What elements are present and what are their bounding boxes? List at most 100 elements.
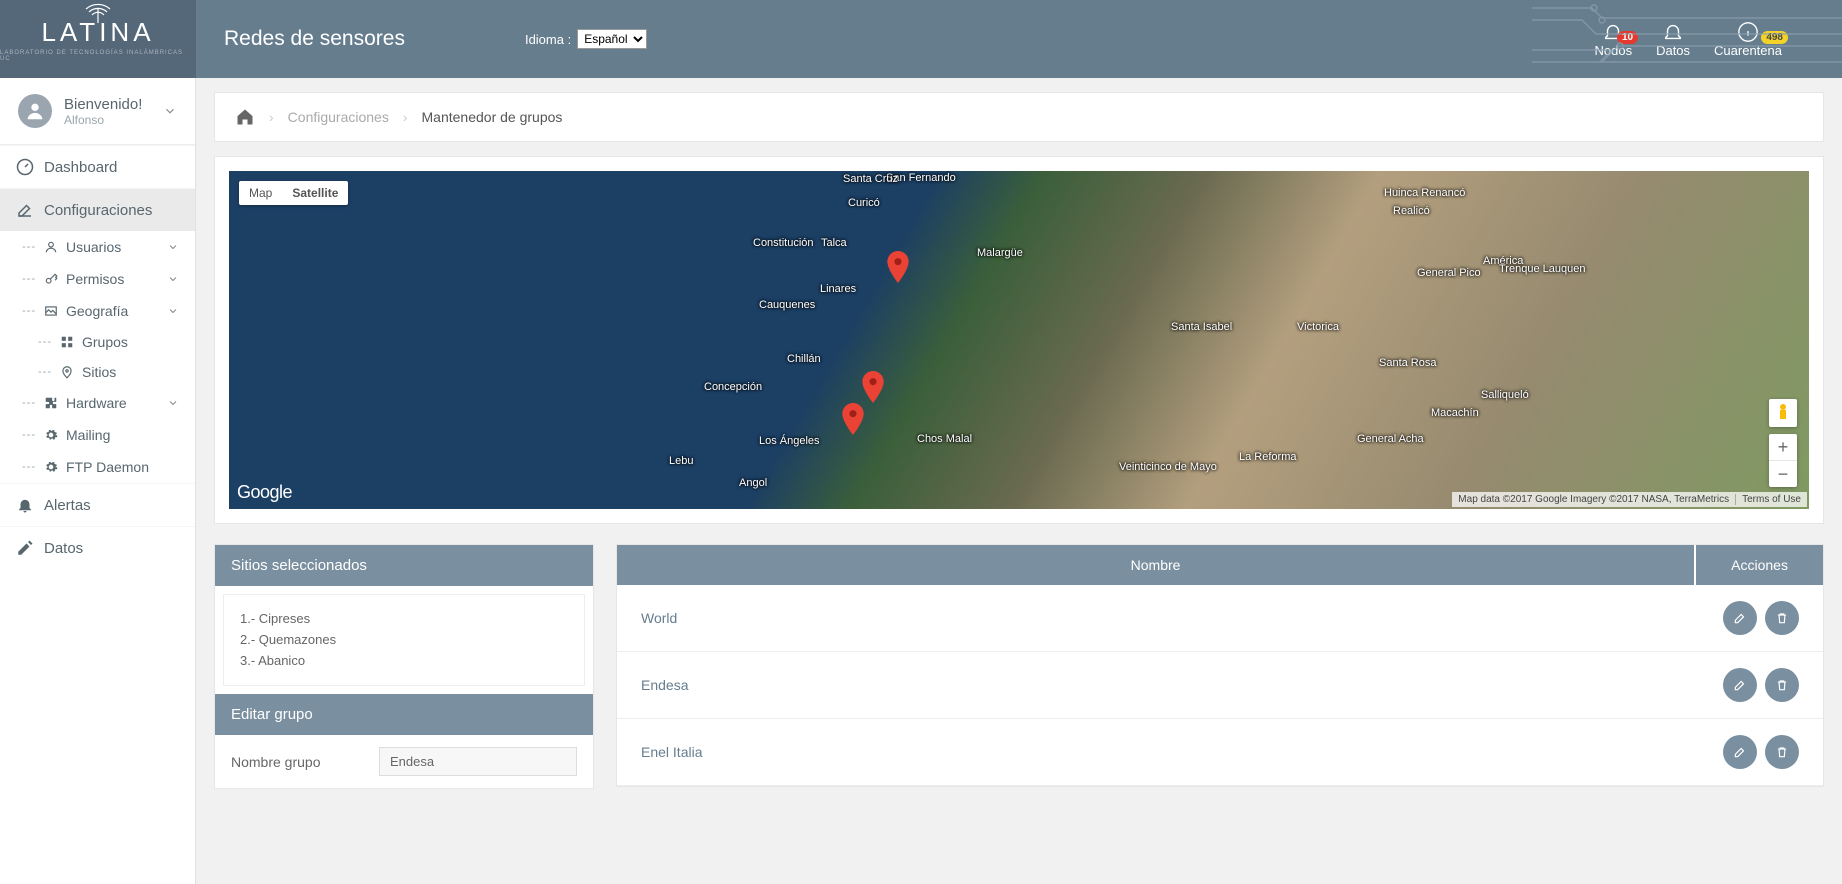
language-select[interactable]: Español bbox=[577, 29, 647, 49]
city-label: Malargüe bbox=[977, 247, 1023, 259]
city-label: Realicó bbox=[1393, 205, 1430, 217]
city-label: Los Ángeles bbox=[759, 435, 820, 447]
panel-title: Editar grupo bbox=[215, 694, 593, 735]
breadcrumb-current: Mantenedor de grupos bbox=[422, 109, 563, 125]
col-acciones: Acciones bbox=[1695, 545, 1823, 585]
city-label: Veinticinco de Mayo bbox=[1119, 461, 1217, 473]
edit-button[interactable] bbox=[1723, 668, 1757, 702]
city-label: Cauquenes bbox=[759, 299, 815, 311]
sidebar-item-mailing[interactable]: ---Mailing bbox=[0, 419, 195, 451]
site-list: 1.- Cipreses 2.- Quemazones 3.- Abanico bbox=[223, 594, 585, 686]
cuarentena-button[interactable]: 498 Cuarentena bbox=[1714, 21, 1782, 58]
sidebar-item-datos[interactable]: Datos bbox=[0, 526, 195, 569]
city-label: Talca bbox=[821, 237, 847, 249]
gear-icon bbox=[44, 460, 58, 474]
sidebar-item-ftp[interactable]: ---FTP Daemon bbox=[0, 451, 195, 483]
city-label: La Reforma bbox=[1239, 451, 1296, 463]
table-row: Endesa bbox=[617, 652, 1823, 719]
chevron-down-icon bbox=[167, 305, 179, 317]
trash-icon bbox=[1775, 745, 1789, 759]
map-type-map[interactable]: Map bbox=[239, 181, 282, 205]
terms-link[interactable]: Terms of Use bbox=[1735, 494, 1801, 505]
image-icon bbox=[44, 304, 58, 318]
city-label: Concepción bbox=[704, 381, 762, 393]
chevron-down-icon bbox=[167, 397, 179, 409]
sidebar-item-sitios[interactable]: ---Sitios bbox=[0, 357, 195, 387]
map-marker-icon[interactable] bbox=[862, 371, 884, 403]
chevron-down-icon bbox=[163, 104, 177, 118]
sidebar-item-dashboard[interactable]: Dashboard bbox=[0, 145, 195, 188]
edit-button[interactable] bbox=[1723, 735, 1757, 769]
city-label: Angol bbox=[739, 477, 767, 489]
dashboard-icon bbox=[16, 158, 34, 176]
city-label: Linares bbox=[820, 283, 856, 295]
puzzle-icon bbox=[44, 396, 58, 410]
list-item: 2.- Quemazones bbox=[240, 630, 568, 651]
sidebar-item-permisos[interactable]: ---Permisos bbox=[0, 263, 195, 295]
sidebar-item-hardware[interactable]: ---Hardware bbox=[0, 387, 195, 419]
group-name-label: Nombre grupo bbox=[231, 754, 379, 770]
map-marker-icon[interactable] bbox=[842, 403, 864, 435]
page-title: Redes de sensores bbox=[224, 27, 405, 51]
avatar-icon bbox=[18, 94, 52, 128]
edit-icon bbox=[16, 201, 34, 219]
trash-icon bbox=[1775, 678, 1789, 692]
delete-button[interactable] bbox=[1765, 735, 1799, 769]
user-name: Alfonso bbox=[64, 113, 142, 127]
zoom-in-button[interactable]: + bbox=[1769, 434, 1797, 461]
edit-button[interactable] bbox=[1723, 601, 1757, 635]
trash-icon bbox=[1775, 611, 1789, 625]
sidebar-item-geografia[interactable]: ---Geografía bbox=[0, 295, 195, 327]
pegman-control[interactable] bbox=[1769, 399, 1797, 427]
datos-button[interactable]: Datos bbox=[1656, 21, 1690, 58]
brand-subtitle: LABORATORIO DE TECNOLOGÍAS INALÁMBRICAS … bbox=[0, 50, 196, 62]
welcome-text: Bienvenido! bbox=[64, 96, 142, 113]
map-card: Map Satellite San Fernando Santa Cruz Hu… bbox=[214, 156, 1824, 524]
selected-sites-panel: Sitios seleccionados 1.- Cipreses 2.- Qu… bbox=[214, 544, 594, 789]
list-item: 3.- Abanico bbox=[240, 651, 568, 672]
col-nombre: Nombre bbox=[617, 545, 1695, 585]
breadcrumb: › Configuraciones › Mantenedor de grupos bbox=[214, 92, 1824, 142]
chevron-right-icon: › bbox=[269, 109, 274, 125]
edit-icon bbox=[1733, 678, 1747, 692]
city-label: Santa Rosa bbox=[1379, 357, 1436, 369]
brand-logo[interactable]: LATINA LABORATORIO DE TECNOLOGÍAS INALÁM… bbox=[0, 0, 196, 78]
city-label: Chos Malal bbox=[917, 433, 972, 445]
map-attribution: Map data ©2017 Google Imagery ©2017 NASA… bbox=[1452, 492, 1807, 507]
city-label: Santa Isabel bbox=[1171, 321, 1232, 333]
nodos-button[interactable]: 10 Nodos bbox=[1595, 21, 1633, 58]
city-label: Chillán bbox=[787, 353, 821, 365]
user-menu[interactable]: Bienvenido! Alfonso bbox=[0, 78, 195, 145]
map[interactable]: Map Satellite San Fernando Santa Cruz Hu… bbox=[229, 171, 1809, 509]
city-label: Constitución bbox=[753, 237, 814, 249]
sidebar-item-usuarios[interactable]: ---Usuarios bbox=[0, 231, 195, 263]
gear-icon bbox=[44, 428, 58, 442]
sidebar-item-grupos[interactable]: ---Grupos bbox=[0, 327, 195, 357]
pegman-icon bbox=[1775, 403, 1791, 423]
sidebar-item-alertas[interactable]: Alertas bbox=[0, 483, 195, 526]
table-row: World bbox=[617, 585, 1823, 652]
key-icon bbox=[44, 272, 58, 286]
map-type-satellite[interactable]: Satellite bbox=[282, 181, 348, 205]
groups-table: Nombre Acciones World Endesa bbox=[617, 545, 1823, 786]
city-label: General Acha bbox=[1357, 433, 1424, 445]
map-marker-icon[interactable] bbox=[887, 251, 909, 283]
sidebar-item-configuraciones[interactable]: Configuraciones bbox=[0, 188, 195, 231]
breadcrumb-config[interactable]: Configuraciones bbox=[288, 109, 389, 125]
chevron-down-icon bbox=[167, 273, 179, 285]
group-name-input[interactable] bbox=[379, 747, 577, 776]
zoom-out-button[interactable]: − bbox=[1769, 461, 1797, 487]
language-switcher: Idioma : Español bbox=[525, 29, 647, 49]
edit-icon bbox=[1733, 611, 1747, 625]
map-type-control: Map Satellite bbox=[239, 181, 348, 205]
delete-button[interactable] bbox=[1765, 601, 1799, 635]
bell-icon bbox=[16, 496, 34, 514]
home-icon[interactable] bbox=[235, 107, 255, 127]
city-label: Huinca Renancó bbox=[1384, 187, 1465, 199]
delete-button[interactable] bbox=[1765, 668, 1799, 702]
city-label: Trenque Lauquen bbox=[1499, 263, 1585, 275]
pencil-icon bbox=[16, 539, 34, 557]
content: › Configuraciones › Mantenedor de grupos… bbox=[196, 78, 1842, 884]
antenna-icon bbox=[81, 3, 115, 23]
nodos-badge: 10 bbox=[1617, 31, 1638, 44]
